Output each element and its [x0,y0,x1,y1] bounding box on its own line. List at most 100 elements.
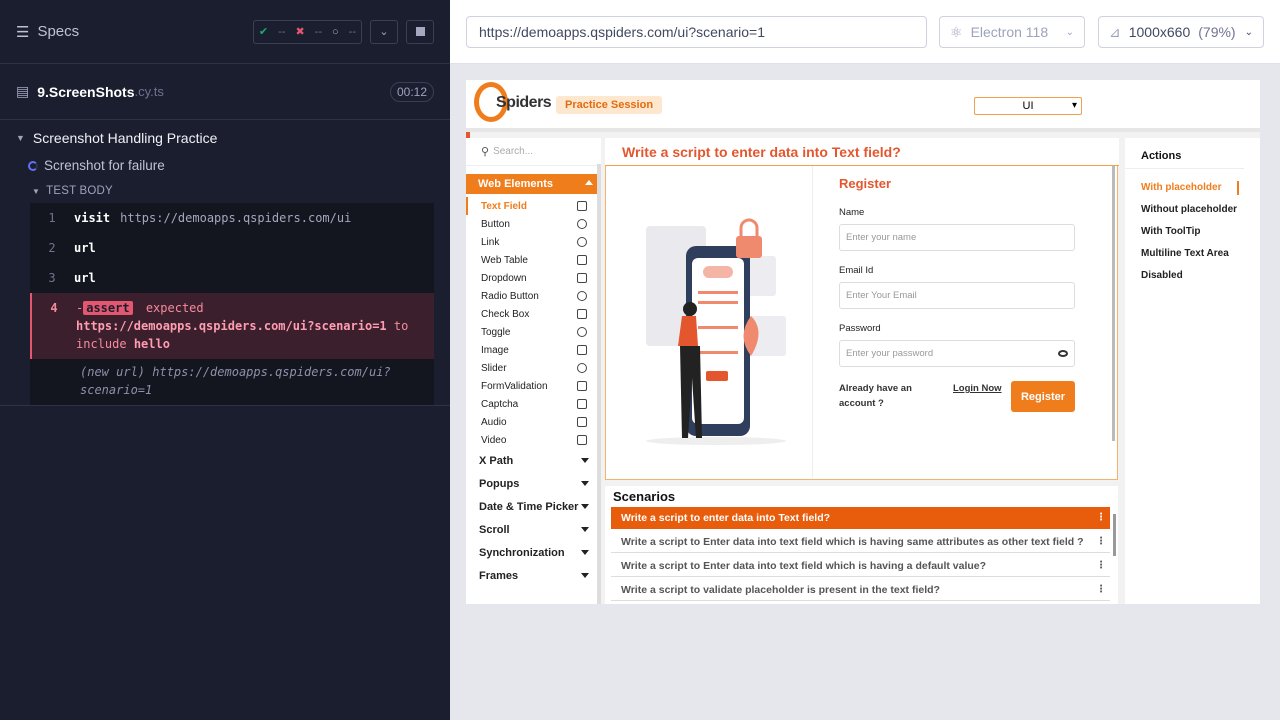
running-spinner-icon [28,160,38,171]
name-input[interactable]: Enter your name [839,224,1075,251]
menu-group-scroll[interactable]: Scroll [466,518,601,541]
main-content: Write a script to enter data into Text f… [605,138,1119,604]
action-without-placeholder[interactable]: Without placeholder [1125,199,1245,221]
caret-down-icon [581,527,589,532]
page-title: Write a script to enter data into Text f… [605,138,1119,166]
specs-label: Specs [37,23,80,40]
action-with-placeholder[interactable]: With placeholder [1125,177,1245,199]
menu-item-slider[interactable]: Slider [466,359,601,377]
menu-group-frames[interactable]: Frames [466,564,601,587]
menu-item-link[interactable]: Link [466,233,601,251]
viewport-info[interactable]: ⊿ 1000x660 (79%) ⌄ [1098,16,1264,48]
menu-item-form-validation[interactable]: FormValidation [466,377,601,395]
scenario-item[interactable]: Write a script to validate placeholder i… [611,579,1110,601]
scenarios-panel: Scenarios Write a script to enter data i… [605,486,1118,604]
practice-session-badge: Practice Session [556,96,663,114]
login-now-link[interactable]: Login Now [953,381,1011,396]
menu-scrollbar[interactable] [597,164,601,604]
browser-name: Electron 118 [970,24,1049,40]
url-bar[interactable]: https://demoapps.qspiders.com/ui?scenari… [466,16,927,48]
qspiders-logo[interactable]: Spiders [472,80,552,132]
actions-panel: Actions With placeholder Without placeho… [1125,138,1260,604]
register-heading: Register [839,176,892,191]
browser-selector[interactable]: ⚛ Electron 118 ⌄ [939,16,1085,48]
image-icon [577,345,587,355]
ui-select[interactable]: UI ▾ [974,97,1082,115]
command-arg: https://demoapps.qspiders.com/ui [120,211,352,225]
menu-item-toggle[interactable]: Toggle [466,323,601,341]
scenario-item[interactable]: Write a script to Enter data into text f… [611,531,1110,553]
register-illustration [606,166,813,478]
assert-value: https://demoapps.qspiders.com/ui?scenari… [76,319,387,333]
kebab-menu-icon[interactable]: ⋮ [1096,511,1106,525]
text-field-icon [577,201,587,211]
menu-item-video[interactable]: Video [466,431,601,449]
menu-item-audio[interactable]: Audio [466,413,601,431]
menu-group-synchronization[interactable]: Synchronization [466,541,601,564]
menu-item-label: Check Box [481,308,530,320]
stop-icon [415,27,425,36]
menu-item-label: Dropdown [481,272,527,284]
scenario-item[interactable]: Write a script to Enter data into text f… [611,555,1110,577]
menu-group-xpath[interactable]: X Path [466,449,601,472]
scenarios-scrollbar[interactable] [1113,514,1116,556]
kebab-menu-icon[interactable]: ⋮ [1096,583,1106,597]
caret-down-icon [581,458,589,463]
video-icon [577,435,587,445]
command-row[interactable]: 1 visit https://demoapps.qspiders.com/ui [30,203,434,233]
test-body-label: TEST BODY [46,185,113,197]
card-scrollbar[interactable] [1112,166,1115,441]
action-disabled[interactable]: Disabled [1125,265,1245,287]
command-row[interactable]: 3 url [30,263,434,293]
form-icon [577,381,587,391]
failed-assert-row[interactable]: 4 - assert expected https://demoapps.qspi… [30,293,434,359]
spec-row: ▤ 9.ScreenShots .cy.ts 00:12 [0,64,450,120]
caret-down-icon [581,550,589,555]
password-input[interactable]: Enter your password [839,340,1075,367]
chevron-down-icon[interactable]: ⌄ [370,19,398,44]
menu-item-label: Toggle [481,326,511,338]
specs-toggle[interactable]: ☰ Specs [16,23,79,41]
register-button[interactable]: Register [1011,381,1075,412]
suite-title[interactable]: ▼ Screenshot Handling Practice [0,124,450,152]
failed-count: -- [314,25,323,38]
password-label: Password [839,323,881,334]
failed-x-icon: ✖ [295,26,305,38]
kebab-menu-icon[interactable]: ⋮ [1096,559,1106,573]
command-name: url [74,241,96,255]
menu-item-label: Captcha [481,398,519,410]
stop-button[interactable] [406,19,434,44]
menu-item-image[interactable]: Image [466,341,601,359]
scenario-item[interactable]: Write a script to enter data into Text f… [611,507,1110,529]
menu-item-web-table[interactable]: Web Table [466,251,601,269]
command-row[interactable]: 2 url [30,233,434,263]
menu-item-radio-button[interactable]: Radio Button [466,287,601,305]
menu-item-text-field[interactable]: Text Field [466,197,601,215]
test-label: Screnshot for failure [44,158,165,173]
test-body-header[interactable]: ▼ TEST BODY [0,179,450,203]
email-input[interactable]: Enter Your Email [839,282,1075,309]
eye-icon[interactable] [1058,350,1068,357]
action-multiline-text-area[interactable]: Multiline Text Area [1125,243,1245,265]
menu-search[interactable]: ⚲ Search... [466,138,601,166]
menu-item-captcha[interactable]: Captcha [466,395,601,413]
actions-heading: Actions [1125,138,1244,169]
suite-label: Screenshot Handling Practice [32,130,218,146]
register-form: Register Name Enter your name Email Id E… [839,176,1099,412]
menu-item-check-box[interactable]: Check Box [466,305,601,323]
menu-item-button[interactable]: Button [466,215,601,233]
register-card: Register Name Enter your name Email Id E… [605,166,1118,480]
app-under-test: Spiders Practice Session UI ▾ ⚲ Search..… [466,80,1260,604]
new-url-event[interactable]: (new url) https://demoapps.qspiders.com/… [30,359,434,405]
scenario-text: Write a script to Enter data into text f… [621,535,1084,548]
menu-group-popups[interactable]: Popups [466,472,601,495]
assert-badge: assert [83,301,133,315]
menu-item-dropdown[interactable]: Dropdown [466,269,601,287]
menu-item-label: Slider [481,362,507,374]
action-with-tooltip[interactable]: With ToolTip [1125,221,1245,243]
web-elements-header[interactable]: Web Elements [466,174,601,194]
test-title[interactable]: Screnshot for failure [0,152,450,179]
menu-group-date-time[interactable]: Date & Time Picker [466,495,601,518]
kebab-menu-icon[interactable]: ⋮ [1096,535,1106,549]
spec-file-name: 9.ScreenShots [37,83,135,100]
